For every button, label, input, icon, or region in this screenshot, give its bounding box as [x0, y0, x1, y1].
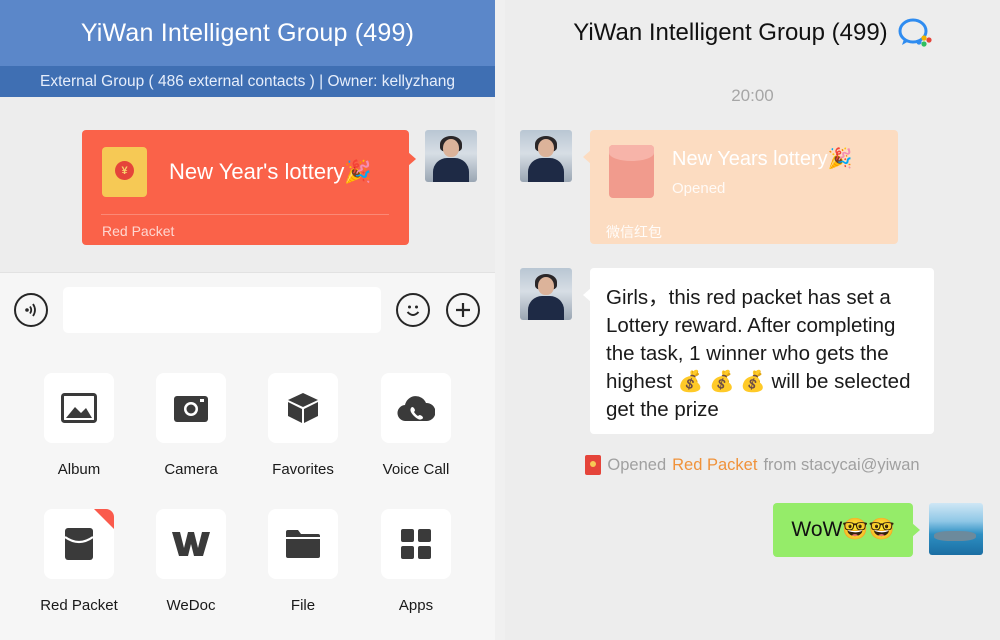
divider [101, 214, 389, 215]
tool-file[interactable]: File [253, 509, 353, 614]
more-button[interactable] [446, 293, 480, 327]
cube-icon [288, 393, 318, 423]
right-chat-panel: YiWan Intelligent Group (499) 20:00 New … [505, 0, 1000, 640]
folder-icon [286, 530, 320, 558]
chat-header-title: YiWan Intelligent Group (499) [0, 0, 495, 66]
tool-red-packet[interactable]: Red Packet [29, 509, 129, 614]
left-chat-panel: YiWan Intelligent Group (499) External G… [0, 0, 495, 640]
party-emoji: 🎉 [827, 148, 853, 170]
emoji-button[interactable] [396, 293, 430, 327]
red-packet-title: New Year's lottery🎉 [169, 159, 372, 185]
sender-avatar[interactable] [520, 130, 572, 182]
tool-label: Red Packet [40, 597, 118, 614]
red-packet-footer: Red Packet [102, 223, 175, 239]
red-packet-status: Opened [672, 180, 726, 197]
apps-grid-icon [401, 529, 431, 559]
wedoc-tile[interactable] [156, 509, 226, 579]
album-tile[interactable] [44, 373, 114, 443]
tool-apps[interactable]: Apps [366, 509, 466, 614]
sender-avatar[interactable] [520, 268, 572, 320]
envelope-icon [64, 528, 94, 560]
opened-envelope-icon [609, 145, 654, 198]
file-tile[interactable] [268, 509, 338, 579]
red-packet-link[interactable]: Red Packet [672, 456, 757, 475]
red-packet-title: New Years lottery🎉 [672, 146, 853, 171]
voice-input-button[interactable] [14, 293, 48, 327]
plus-icon [456, 303, 470, 317]
wedoc-icon [172, 532, 210, 556]
tool-label: Camera [164, 461, 218, 478]
red-packet-tile[interactable] [44, 509, 114, 579]
smiley-icon [406, 305, 420, 316]
wecom-logo-icon [898, 18, 932, 47]
tool-label: File [290, 597, 316, 614]
tool-label: Voice Call [382, 461, 450, 478]
red-packet-source: 微信红包 [606, 224, 662, 240]
coin-icon: ¥ [115, 161, 134, 180]
red-packet-icon [585, 455, 602, 475]
input-bar [0, 272, 495, 352]
image-icon [61, 393, 97, 423]
tool-label: Favorites [272, 461, 334, 478]
system-suffix: from stacycai@yiwan [763, 455, 920, 474]
voice-icon [25, 303, 36, 317]
message-input[interactable] [63, 287, 381, 333]
tool-voice-call[interactable]: Voice Call [366, 373, 466, 478]
group-info-bar[interactable]: External Group ( 486 external contacts )… [0, 66, 495, 97]
phone-cloud-icon [397, 396, 435, 422]
camera-icon [174, 396, 208, 422]
red-packet-envelope-icon: ¥ [102, 147, 147, 197]
voice-call-tile[interactable] [381, 373, 451, 443]
chat-header-title: YiWan Intelligent Group (499) [573, 19, 888, 46]
favorites-tile[interactable] [268, 373, 338, 443]
system-prefix: Opened [607, 455, 667, 474]
party-emoji: 🎉 [344, 159, 372, 184]
function-tray: Album Camera Favorites Voice Call Red Pa… [0, 352, 495, 640]
text-message[interactable]: Girls，this red packet has set a Lottery … [583, 268, 934, 434]
my-avatar[interactable] [929, 503, 983, 555]
sender-avatar[interactable] [425, 130, 477, 182]
tool-camera[interactable]: Camera [141, 373, 241, 478]
tool-favorites[interactable]: Favorites [253, 373, 353, 478]
tool-label: WeDoc [166, 597, 216, 614]
system-notice: Opened Red Packet from stacycai@yiwan [505, 455, 1000, 475]
tool-label: Apps [398, 597, 434, 614]
timestamp: 20:00 [731, 86, 774, 105]
opened-red-packet-message[interactable]: New Years lottery🎉 Opened 微信红包 [583, 130, 898, 244]
red-packet-message[interactable]: ¥ New Year's lottery🎉 Red Packet [82, 130, 416, 245]
my-reply-message[interactable]: WoW🤓🤓 [773, 503, 920, 557]
apps-tile[interactable] [381, 509, 451, 579]
red-packet-title-text: New Year's lottery [169, 159, 345, 184]
chat-header: YiWan Intelligent Group (499) [505, 0, 1000, 66]
red-packet-title-text: New Years lottery [672, 148, 828, 170]
tool-label: Album [57, 461, 101, 478]
tool-album[interactable]: Album [29, 373, 129, 478]
message-area: ¥ New Year's lottery🎉 Red Packet [0, 97, 495, 272]
new-badge [94, 509, 114, 529]
camera-tile[interactable] [156, 373, 226, 443]
tool-wedoc[interactable]: WeDoc [141, 509, 241, 614]
